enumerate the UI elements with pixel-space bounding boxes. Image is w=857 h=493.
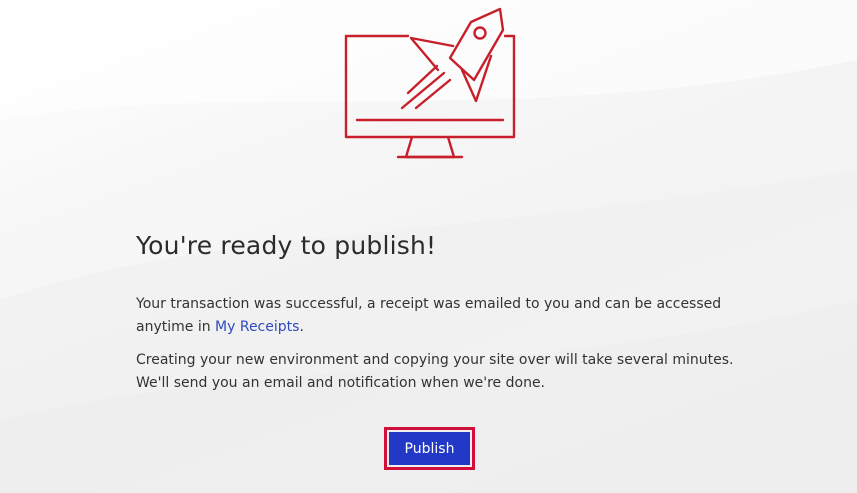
transaction-success-message: Your transaction was successful, a recei… bbox=[136, 293, 736, 339]
environment-setup-message: Creating your new environment and copyin… bbox=[136, 352, 734, 391]
rocket-launch-monitor-icon bbox=[344, 7, 516, 159]
main-content: You're ready to publish! Your transactio… bbox=[136, 228, 736, 395]
publish-button-highlight: Publish bbox=[384, 427, 475, 470]
my-receipts-link[interactable]: My Receipts bbox=[215, 319, 299, 335]
publish-button[interactable]: Publish bbox=[389, 432, 470, 465]
page-title: You're ready to publish! bbox=[136, 231, 437, 260]
sentence-period: . bbox=[299, 319, 304, 335]
